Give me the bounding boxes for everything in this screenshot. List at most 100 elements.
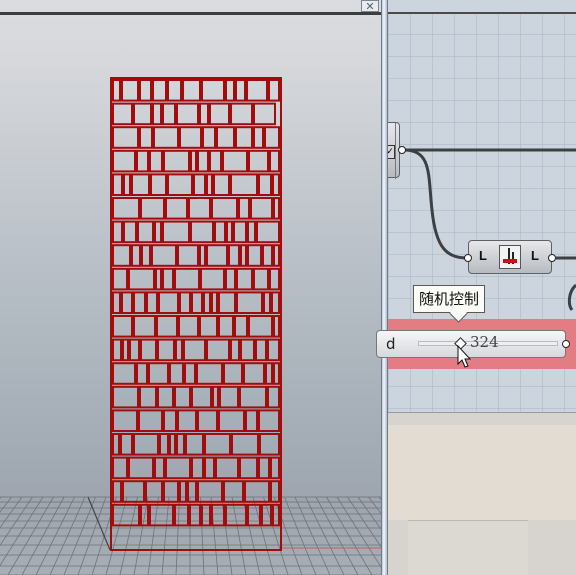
lattice-cell: [223, 480, 244, 503]
lattice-cell: [258, 456, 270, 480]
slider-output-grip[interactable]: [562, 340, 570, 348]
lattice-cell: [235, 79, 246, 102]
lattice-cell: [273, 315, 280, 338]
lattice-cell: [177, 409, 197, 432]
lattice-cell: [273, 244, 280, 267]
lattice-cell: [157, 338, 175, 362]
lattice-cell: [201, 79, 225, 102]
close-icon[interactable]: ✕: [361, 0, 379, 12]
slider-tooltip: 随机控制: [413, 285, 486, 323]
lattice-cell: [179, 291, 191, 314]
lattice-cell: [112, 338, 122, 362]
lattice-cell: [122, 338, 129, 362]
lattice-cell: [211, 197, 238, 220]
lattice-cell: [246, 79, 268, 102]
lattice-cell: [204, 433, 231, 456]
wire-to-list-node: [403, 148, 469, 260]
check-icon: ✓: [388, 145, 395, 159]
lattice-cell: [129, 338, 140, 362]
lattice-cell: [179, 126, 202, 149]
lattice-cell: [206, 338, 230, 362]
panel-splitter[interactable]: [381, 0, 388, 575]
lattice-cell: [218, 409, 245, 432]
lattice-cell: [253, 102, 276, 126]
lattice-cell: [197, 149, 209, 173]
lattice-cell: [136, 149, 149, 173]
lattice-cell: [213, 173, 230, 196]
lattice-cell: [219, 385, 239, 409]
lattice-cell: [140, 338, 157, 362]
lattice-cell: [133, 102, 152, 126]
lattice-cell: [273, 362, 280, 385]
lattice-cell: [245, 409, 258, 432]
lattice-cell: [112, 267, 128, 291]
lattice-cell: [152, 79, 167, 102]
lattice-cell: [121, 79, 139, 102]
lattice-cell: [236, 291, 263, 314]
lattice-cell: [163, 480, 179, 503]
lattice-cell: [183, 338, 206, 362]
output-grip[interactable]: [548, 254, 556, 262]
lattice-cell: [152, 102, 162, 126]
rhino-viewport[interactable]: ✕: [0, 0, 381, 575]
lattice-cell: [121, 291, 133, 314]
lattice-cell: [231, 433, 259, 456]
lattice-cell: [150, 173, 167, 196]
viewport-scene: [0, 77, 381, 575]
wire-right: [567, 283, 576, 311]
lattice-cell: [133, 433, 159, 456]
lattice-cell: [214, 220, 226, 244]
lattice-cell: [133, 291, 146, 314]
icon-arrow: [503, 259, 517, 263]
lattice-cell: [244, 480, 270, 503]
lattice-cell: [239, 385, 267, 409]
lattice-cell: [176, 102, 199, 126]
lattice-cell: [123, 220, 137, 244]
lattice-cell: [272, 173, 280, 196]
lattice-cell: [243, 362, 265, 385]
lattice-cell: [184, 362, 196, 385]
lattice-cell: [226, 220, 233, 244]
lattice-cell: [112, 79, 121, 102]
lattice-cell: [238, 197, 250, 220]
lattice-cell: [190, 220, 214, 244]
lattice-cell: [167, 173, 193, 196]
lattice-cell: [176, 433, 185, 456]
lattice-cell: [271, 291, 280, 314]
lattice-cell: [211, 291, 218, 314]
lattice-cell: [247, 244, 262, 267]
lattice-cell: [218, 291, 236, 314]
list-item-node[interactable]: L L: [468, 240, 552, 274]
output-grip[interactable]: [398, 146, 406, 154]
lattice-cell: [139, 79, 152, 102]
lattice-cell: [269, 149, 280, 173]
lattice-cell: [140, 197, 165, 220]
input-grip[interactable]: [464, 254, 472, 262]
lattice-cell: [146, 291, 158, 314]
lattice-cell: [112, 291, 121, 314]
lattice-cell: [197, 480, 223, 503]
lattice-cell: [175, 338, 183, 362]
lattice-cell: [247, 220, 256, 244]
lattice-cell: [120, 433, 133, 456]
lattice-cell: [250, 197, 273, 220]
lattice-cell: [225, 267, 236, 291]
lattice-cell: [200, 267, 225, 291]
lattice-cell: [178, 315, 199, 338]
list-item-icon: [499, 245, 521, 269]
lattice-cell: [112, 244, 131, 267]
lattice-cell: [216, 126, 235, 149]
lattice-cell: [155, 267, 162, 291]
lattice-cell: [162, 267, 174, 291]
lattice-cell: [230, 338, 240, 362]
lattice-cell: [179, 480, 187, 503]
lattice-cell: [190, 149, 197, 173]
lattice-cell: [138, 409, 163, 432]
lattice-cell: [131, 173, 150, 196]
lattice-cell: [203, 291, 211, 314]
lattice-cell: [165, 456, 191, 480]
lattice-cell: [162, 220, 190, 244]
lattice-cell: [193, 173, 206, 196]
lattice-cell: [215, 456, 239, 480]
lattice-cell: [112, 173, 123, 196]
